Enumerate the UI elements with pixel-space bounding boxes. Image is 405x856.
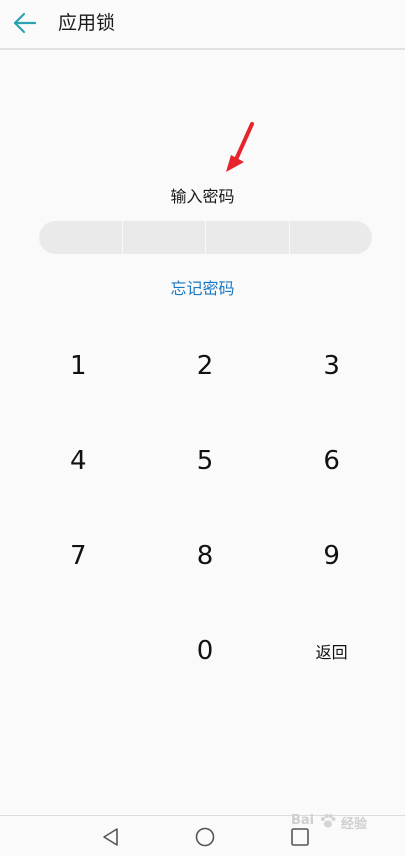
annotation-arrow-icon: [226, 122, 254, 172]
pin-digit-slot: [288, 221, 373, 254]
pin-digit-slot: [39, 221, 122, 254]
paw-icon: [321, 814, 336, 828]
key-2[interactable]: 2: [142, 318, 269, 413]
back-button[interactable]: [8, 6, 42, 40]
key-empty: [15, 603, 142, 698]
forgot-password-link[interactable]: 忘记密码: [0, 275, 405, 299]
watermark-text: 经验: [341, 817, 368, 832]
key-6[interactable]: 6: [268, 413, 395, 508]
key-1[interactable]: 1: [15, 318, 142, 413]
key-0[interactable]: 0: [142, 603, 269, 698]
key-9[interactable]: 9: [268, 508, 395, 603]
pin-input-field[interactable]: [39, 221, 372, 254]
pin-digit-slot: [121, 221, 206, 254]
baidu-watermark: Bai 经验: [291, 807, 383, 837]
watermark-logo-text: Bai: [291, 813, 315, 828]
page-title: 应用锁: [58, 12, 116, 34]
key-3[interactable]: 3: [268, 318, 395, 413]
circle-home-icon[interactable]: [194, 826, 216, 848]
key-4[interactable]: 4: [15, 413, 142, 508]
key-5[interactable]: 5: [142, 413, 269, 508]
app-bar: 应用锁: [0, 0, 405, 50]
return-key[interactable]: 返回: [268, 603, 395, 698]
password-prompt: 输入密码: [170, 187, 235, 206]
arrow-left-icon: [13, 12, 37, 34]
pin-digit-slot: [205, 221, 289, 254]
key-7[interactable]: 7: [15, 508, 142, 603]
key-8[interactable]: 8: [142, 508, 269, 603]
triangle-back-icon[interactable]: [100, 826, 122, 848]
number-keypad: 1 2 3 4 5 6 7 8 9 0 返回: [15, 318, 395, 698]
